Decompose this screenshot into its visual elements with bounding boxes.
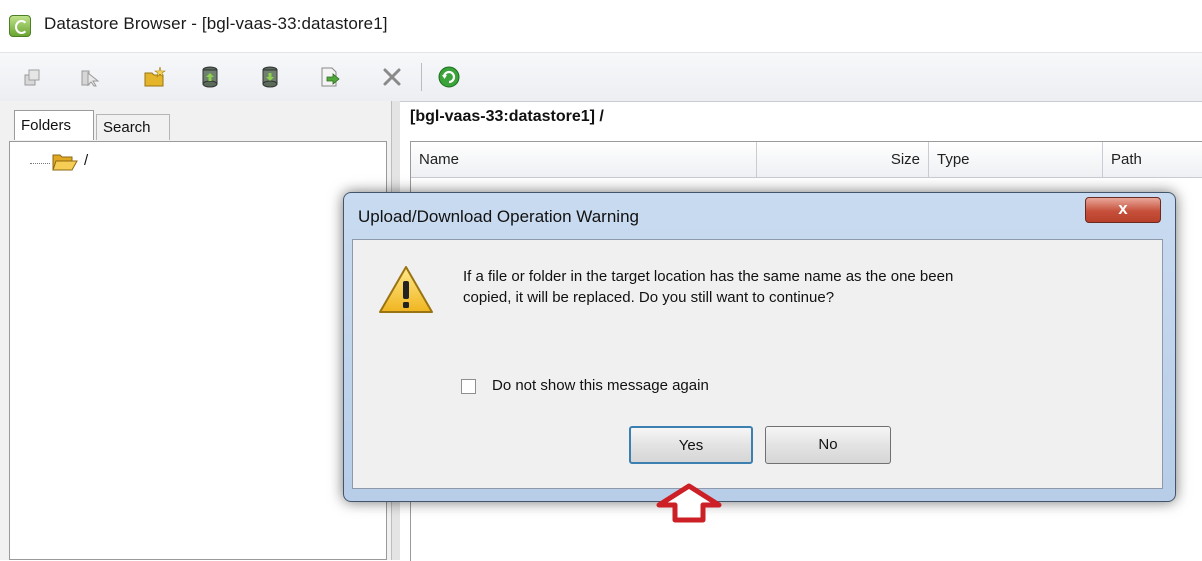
- column-header-size[interactable]: Size: [757, 142, 929, 177]
- column-header-type[interactable]: Type: [929, 142, 1103, 177]
- dialog-body: If a file or folder in the target locati…: [352, 239, 1163, 489]
- dialog-message-line-1: If a file or folder in the target locati…: [463, 268, 954, 285]
- column-header-path[interactable]: Path: [1103, 142, 1202, 177]
- window-title: Datastore Browser - [bgl-vaas-33:datasto…: [44, 14, 388, 33]
- tree-root-label[interactable]: /: [84, 152, 88, 169]
- column-header-name[interactable]: Name: [411, 142, 757, 177]
- dont-show-again-checkbox[interactable]: [461, 379, 476, 394]
- close-button[interactable]: x: [1085, 197, 1161, 223]
- dialog-message-line-2: copied, it will be replaced. Do you stil…: [463, 289, 835, 306]
- warning-icon: [377, 264, 435, 316]
- warning-dialog: Upload/Download Operation Warning x If a…: [343, 192, 1176, 502]
- tree-connector: [30, 163, 50, 165]
- download-icon[interactable]: [78, 65, 102, 89]
- toolbar: [0, 52, 1202, 102]
- folder-tree: /: [9, 141, 387, 560]
- file-list-header: Name Size Type Path: [411, 142, 1202, 178]
- delete-icon[interactable]: [380, 65, 404, 89]
- folder-open-icon[interactable]: [52, 152, 78, 172]
- app-icon: [9, 15, 31, 37]
- move-icon[interactable]: [318, 65, 342, 89]
- dont-show-again-label[interactable]: Do not show this message again: [492, 377, 709, 394]
- tab-search[interactable]: Search: [96, 114, 170, 140]
- datastore-download-icon[interactable]: [258, 65, 282, 89]
- close-icon: x: [1118, 199, 1128, 218]
- current-path: [bgl-vaas-33:datastore1] /: [410, 108, 604, 125]
- dialog-message: If a file or folder in the target locati…: [463, 266, 1123, 308]
- dialog-title: Upload/Download Operation Warning: [358, 207, 639, 226]
- toolbar-separator: [421, 63, 422, 91]
- yes-button[interactable]: Yes: [629, 426, 753, 464]
- datastore-upload-icon[interactable]: [198, 65, 222, 89]
- tab-folders[interactable]: Folders: [14, 110, 94, 140]
- window-titlebar: Datastore Browser - [bgl-vaas-33:datasto…: [0, 0, 1202, 48]
- refresh-icon[interactable]: [437, 65, 461, 89]
- new-folder-icon[interactable]: [143, 65, 167, 89]
- upload-icon[interactable]: [20, 65, 44, 89]
- up-arrow-icon: [653, 483, 725, 523]
- no-button[interactable]: No: [765, 426, 891, 464]
